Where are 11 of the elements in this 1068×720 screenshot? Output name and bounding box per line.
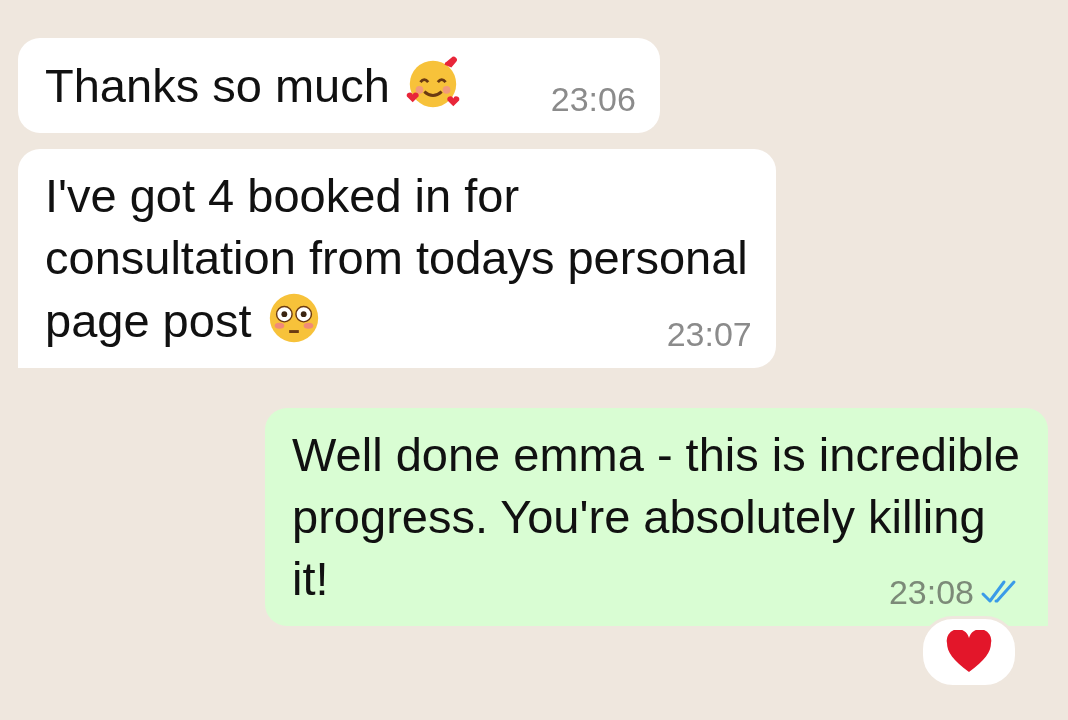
message-time: 23:08 bbox=[888, 572, 974, 612]
message-text: Well done emma - this is incredible bbox=[292, 428, 1020, 481]
heart-icon bbox=[945, 630, 993, 674]
message-text: page post bbox=[45, 294, 252, 347]
message-text: I've got 4 booked in for bbox=[45, 169, 520, 222]
message-time: 23:06 bbox=[550, 79, 636, 119]
message-text: Thanks so much bbox=[45, 59, 390, 112]
message-time: 23:07 bbox=[666, 314, 752, 354]
message-text: consultation from todays personal bbox=[45, 231, 748, 284]
message-text: progress. You're absolutely killing bbox=[292, 490, 986, 543]
message-text: it! bbox=[292, 552, 329, 605]
